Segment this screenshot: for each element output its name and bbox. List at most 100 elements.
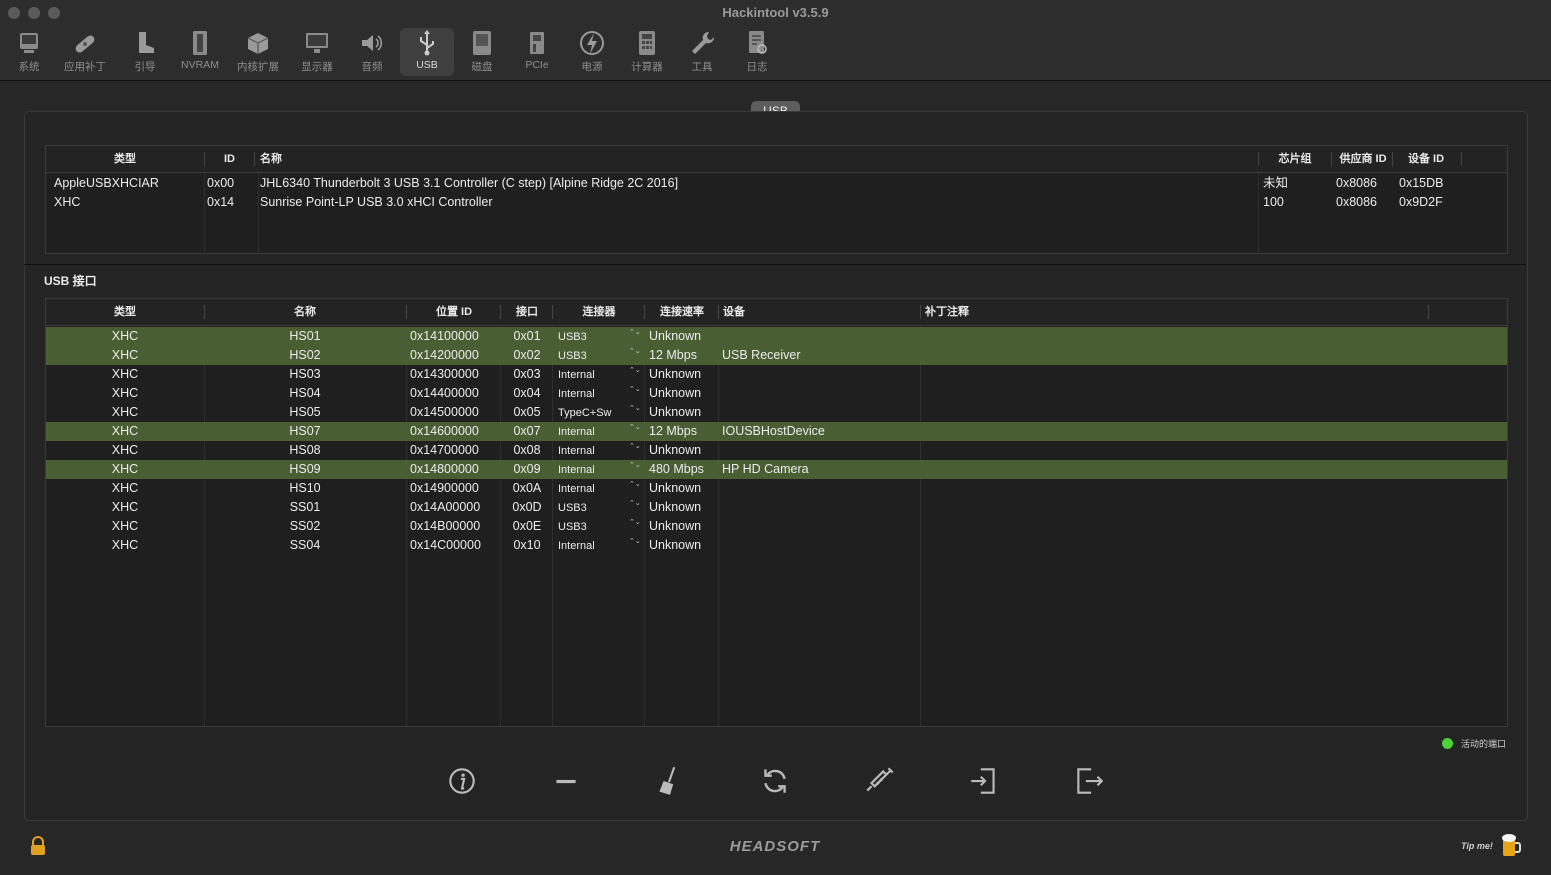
port-cell: 0x0A: [512, 481, 542, 495]
port-row[interactable]: XHC HS05 0x14500000 0x05 TypeC+Sw Unknown ⌃⌄: [46, 403, 1507, 422]
connector-select[interactable]: Internal: [558, 384, 638, 403]
controllers-col-header[interactable]: 供应商 ID: [1333, 146, 1393, 172]
controller-cell: 0x9D2F: [1399, 195, 1443, 209]
port-cell: SS04: [289, 538, 321, 552]
connector-select[interactable]: USB3: [558, 498, 638, 517]
connector-select[interactable]: Internal: [558, 536, 638, 555]
connector-select[interactable]: TypeC+Sw: [558, 403, 638, 422]
info-button[interactable]: [442, 764, 482, 802]
port-cell: [925, 536, 1225, 555]
port-cell: HS03: [289, 367, 321, 381]
port-cell: [925, 346, 1225, 365]
controller-cell: 0x15DB: [1399, 176, 1444, 190]
port-cell: Unknown: [649, 329, 702, 343]
controllers-table[interactable]: 类型 ID 名称 芯片组 供应商 ID 设备 ID AppleUSBXHCIAR 0x00 JH…: [45, 145, 1508, 254]
toolbar-item-13[interactable]: 日志: [730, 28, 784, 76]
connector-select[interactable]: USB3: [558, 327, 638, 346]
toolbar-item-5[interactable]: 显示器: [290, 28, 344, 76]
nvram-chip-icon: [193, 31, 207, 55]
export-button[interactable]: [1069, 764, 1109, 802]
toolbar-item-3[interactable]: NVRAM: [173, 28, 227, 76]
connector-select[interactable]: Internal: [558, 365, 638, 384]
toolbar-item-12[interactable]: 工具: [675, 28, 729, 76]
toolbar-item-1[interactable]: 应用补丁: [58, 28, 112, 76]
port-row[interactable]: XHC SS02 0x14B00000 0x0E USB3 Unknown ⌃⌄: [46, 517, 1507, 536]
controllers-col-header[interactable]: ID: [207, 146, 252, 172]
ports-col-header[interactable]: 连接器: [553, 299, 645, 325]
tip-me-label[interactable]: Tip me!: [1461, 841, 1493, 851]
beer-mug-icon[interactable]: [1500, 832, 1522, 863]
port-row[interactable]: XHC HS01 0x14100000 0x01 USB3 Unknown ⌃⌄: [46, 327, 1507, 346]
wrench-icon: [692, 31, 715, 54]
toolbar-item-label: 系统: [18, 61, 40, 73]
port-cell: 0x07: [513, 424, 541, 438]
toolbar-item-9[interactable]: PCIe: [510, 28, 564, 76]
port-row[interactable]: XHC HS10 0x14900000 0x0A Internal Unknown ⌃⌄: [46, 479, 1507, 498]
port-row[interactable]: XHC SS01 0x14A00000 0x0D USB3 Unknown ⌃⌄: [46, 498, 1507, 517]
toolbar-item-label: 工具: [691, 61, 713, 73]
lock-icon[interactable]: [29, 836, 47, 861]
port-cell: [722, 479, 922, 498]
ports-col-header[interactable]: 名称: [204, 299, 406, 325]
toolbar-item-2[interactable]: 引导: [118, 28, 172, 76]
remove-button[interactable]: [546, 764, 586, 802]
port-row[interactable]: XHC HS02 0x14200000 0x02 USB3 12 Mbps USB Rece…: [46, 346, 1507, 365]
controllers-col-header[interactable]: 类型: [46, 146, 204, 172]
port-cell: HS07: [289, 424, 321, 438]
port-row[interactable]: XHC HS04 0x14400000 0x04 Internal Unknown ⌃⌄: [46, 384, 1507, 403]
connector-select[interactable]: Internal: [558, 422, 638, 441]
ports-col-header[interactable]: 补丁注释: [925, 299, 1225, 325]
connector-select[interactable]: Internal: [558, 479, 638, 498]
toolbar-item-7[interactable]: USB: [400, 28, 454, 76]
minus-icon: [556, 779, 576, 784]
port-cell: [722, 327, 922, 346]
port-row[interactable]: XHC SS04 0x14C00000 0x10 Internal Unknown ⌃⌄: [46, 536, 1507, 555]
port-row[interactable]: XHC HS03 0x14300000 0x03 Internal Unknown ⌃⌄: [46, 365, 1507, 384]
port-cell: [925, 441, 1225, 460]
controllers-col-header[interactable]: 芯片组: [1260, 146, 1330, 172]
column-separator: [920, 305, 921, 319]
port-cell: 0x14500000: [410, 405, 479, 419]
port-row[interactable]: XHC HS09 0x14800000 0x09 Internal 480 Mbps HP …: [46, 460, 1507, 479]
toolbar-item-8[interactable]: 磁盘: [455, 28, 509, 76]
port-cell: XHC: [111, 348, 139, 362]
toolbar-item-6[interactable]: 音频: [345, 28, 399, 76]
port-cell: XHC: [111, 500, 139, 514]
controllers-col-header[interactable]: 设备 ID: [1396, 146, 1456, 172]
port-cell: Unknown: [649, 538, 702, 552]
refresh-icon: [764, 769, 786, 793]
refresh-button[interactable]: [755, 764, 795, 802]
port-row[interactable]: XHC HS08 0x14700000 0x08 Internal Unknown ⌃⌄: [46, 441, 1507, 460]
clear-button[interactable]: [650, 764, 690, 802]
toolbar-item-10[interactable]: 电源: [565, 28, 619, 76]
toolbar-item-label: 磁盘: [471, 61, 493, 73]
ports-table[interactable]: 类型 名称 位置 ID 接口 连接器 连接速率 设备 补丁注释 XHC HS01 0x1410000…: [45, 298, 1508, 727]
controller-row[interactable]: AppleUSBXHCIAR 0x00 JHL6340 Thunderbolt 3 …: [46, 174, 1507, 193]
toolbar-item-4[interactable]: 内核扩展: [231, 28, 285, 76]
port-cell: 0x08: [513, 443, 541, 457]
connector-select[interactable]: USB3: [558, 346, 638, 365]
controllers-col-header[interactable]: 名称: [260, 146, 1250, 172]
port-cell: XHC: [111, 386, 139, 400]
connector-select[interactable]: USB3: [558, 517, 638, 536]
boot-icon: [139, 32, 154, 53]
ports-col-header[interactable]: 接口: [501, 299, 553, 325]
speaker-icon: [362, 35, 383, 51]
inject-button[interactable]: [860, 764, 900, 802]
connector-select[interactable]: Internal: [558, 441, 638, 460]
ports-col-header[interactable]: 类型: [46, 299, 204, 325]
ports-col-header[interactable]: 位置 ID: [407, 299, 501, 325]
connector-select[interactable]: Internal: [558, 460, 638, 479]
ports-col-header[interactable]: 设备: [723, 299, 913, 325]
usb-icon: [420, 30, 434, 56]
port-cell: HS02: [289, 348, 321, 362]
controller-row[interactable]: XHC 0x14 Sunrise Point-LP USB 3.0 xHCI Con…: [46, 193, 1507, 212]
ports-col-header[interactable]: 连接速率: [645, 299, 719, 325]
toolbar-item-0[interactable]: 系统: [2, 28, 56, 76]
select-chevron-icon[interactable]: ⌃⌄: [629, 538, 641, 557]
toolbar-item-11[interactable]: 计算器: [620, 28, 674, 76]
port-row[interactable]: XHC HS07 0x14600000 0x07 Internal 12 Mbps IOUS…: [46, 422, 1507, 441]
port-cell: HS05: [289, 405, 321, 419]
import-button[interactable]: [964, 764, 1004, 802]
port-cell: [925, 403, 1225, 422]
